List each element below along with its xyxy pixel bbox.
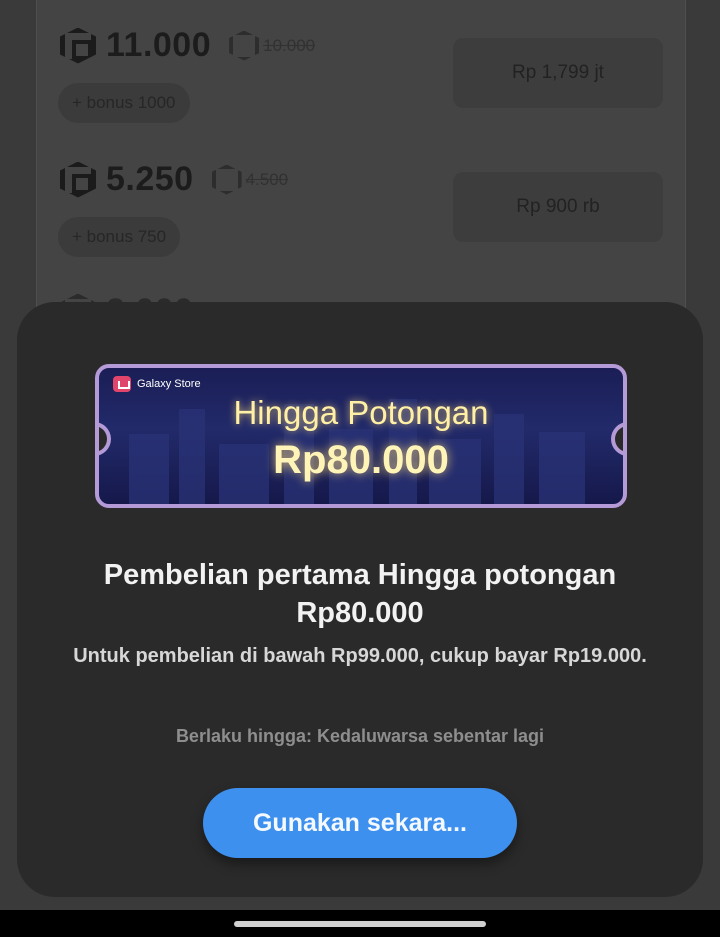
robux-package-2[interactable]: 5.250 4.500 + bonus 750 Rp 900 rb <box>58 160 680 280</box>
robux-icon <box>229 30 260 61</box>
package-amount: 11.000 <box>106 26 212 64</box>
robux-icon <box>60 161 96 198</box>
package-old-amount: 10.000 <box>263 35 316 55</box>
store-tag: Galaxy Store <box>113 376 201 392</box>
bonus-badge: + bonus 750 <box>58 217 181 257</box>
promo-banner: Galaxy Store Hingga Potongan Rp80.000 <box>95 364 627 508</box>
promo-description: Untuk pembelian di bawah Rp99.000, cukup… <box>73 645 647 667</box>
price-button[interactable]: Rp 900 rb <box>453 172 663 242</box>
system-navigation-bar <box>0 910 720 937</box>
banner-amount: Rp80.000 <box>273 438 449 482</box>
robux-package-1[interactable]: 11.000 10.000 + bonus 1000 Rp 1,799 jt <box>58 26 680 146</box>
promo-bottom-sheet: Galaxy Store Hingga Potongan Rp80.000 Pe… <box>17 302 703 897</box>
package-old-amount: 4.500 <box>245 169 289 189</box>
banner-title: Hingga Potongan <box>233 394 489 431</box>
promo-validity: Berlaku hingga: Kedaluwarsa sebentar lag… <box>175 726 545 746</box>
price-button[interactable]: Rp 1,799 jt <box>453 38 663 108</box>
promo-headline: Pembelian pertama Hingga potongan Rp80.0… <box>103 559 617 629</box>
home-gesture-handle[interactable] <box>234 921 486 927</box>
amount-row: 11.000 10.000 <box>60 26 315 65</box>
use-now-button[interactable]: Gunakan sekara... <box>203 788 517 858</box>
galaxy-store-icon <box>113 376 131 392</box>
robux-icon <box>211 164 242 195</box>
amount-row: 5.250 4.500 <box>60 160 288 199</box>
bonus-badge: + bonus 1000 <box>58 83 190 123</box>
store-name: Galaxy Store <box>137 378 201 390</box>
robux-icon <box>60 27 96 64</box>
package-amount: 5.250 <box>106 160 194 198</box>
